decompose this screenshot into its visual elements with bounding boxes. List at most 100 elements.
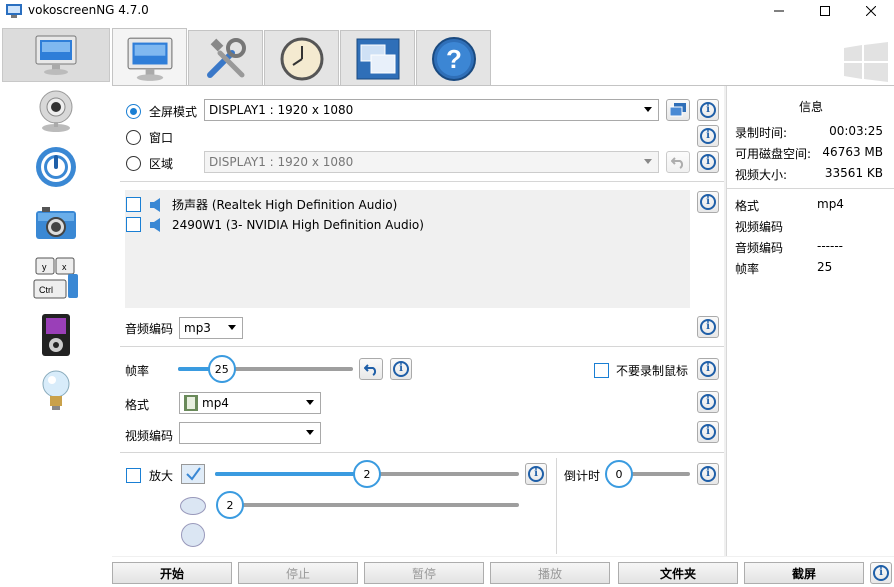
magnifier-circle-option[interactable] (181, 523, 205, 547)
no-mouse-info-button[interactable]: i (697, 358, 719, 380)
sidebar-item-screen[interactable] (2, 28, 110, 82)
bottom-info-button[interactable]: i (870, 562, 892, 584)
area-info-button[interactable]: i (697, 151, 719, 173)
sidebar-item-shortcuts[interactable]: y x Ctrl (2, 252, 110, 306)
camera-icon (36, 207, 76, 239)
title-bar: vokoscreenNG 4.7.0 (0, 0, 894, 22)
area-display-select[interactable]: DISPLAY1 : 1920 x 1080 (204, 151, 659, 173)
sidebar-item-tips[interactable] (2, 364, 110, 418)
close-icon (866, 6, 876, 16)
info-title: 信息 (798, 100, 823, 114)
undo-icon (364, 364, 377, 376)
info-panel: 信息 录制时间: 00:03:25 可用磁盘空间: 46763 MB 视频大小:… (726, 86, 894, 556)
area-reset-button[interactable] (666, 151, 690, 173)
divider (120, 346, 724, 347)
magnifier-checkbox[interactable] (126, 468, 141, 483)
area-display-value: DISPLAY1 : 1920 x 1080 (209, 155, 354, 169)
no-mouse-checkbox[interactable] (594, 363, 609, 378)
video-codec-label: 视频编码 (125, 429, 174, 443)
audio-info-button[interactable]: i (697, 191, 719, 213)
info-row-framerate: 帧率 25 (735, 260, 887, 277)
video-codec-select[interactable] (179, 422, 321, 444)
folder-button[interactable]: 文件夹 (618, 562, 738, 584)
info-key: 可用磁盘空间: (735, 147, 812, 161)
countdown-slider-handle[interactable]: 0 (605, 460, 633, 488)
audio-codec-info-button[interactable]: i (697, 316, 719, 338)
no-mouse-option[interactable]: 不要录制鼠标 (594, 362, 688, 379)
info-value: 33561 KB (824, 166, 883, 180)
tab-screen[interactable] (112, 28, 187, 88)
audio-device-item[interactable]: 扬声器 (Realtek High Definition Audio) (126, 196, 397, 213)
tab-settings[interactable] (188, 30, 263, 86)
sidebar-item-camera[interactable] (2, 84, 110, 138)
fullscreen-info-button[interactable]: i (697, 99, 719, 121)
tab-timer[interactable] (264, 30, 339, 86)
window-option[interactable]: 窗口 (126, 129, 173, 146)
window-radio[interactable] (126, 130, 141, 145)
fullscreen-display-select[interactable]: DISPLAY1 : 1920 x 1080 (204, 99, 659, 121)
minimize-icon (774, 10, 784, 12)
sidebar-item-screenshot[interactable] (2, 196, 110, 250)
magnifier-slider-handle[interactable]: 2 (353, 460, 381, 488)
chevron-down-icon (644, 107, 652, 112)
tab-windows[interactable] (340, 30, 415, 86)
stop-button[interactable]: 停止 (238, 562, 358, 584)
fullscreen-label: 全屏模式 (149, 105, 198, 119)
audio-device-checkbox[interactable] (126, 217, 141, 232)
magnifier-second-slider-track[interactable] (230, 503, 519, 507)
info-key: 帧率 (735, 262, 760, 276)
audio-device-checkbox[interactable] (126, 197, 141, 212)
framerate-label: 帧率 (125, 364, 150, 378)
tab-bar: ? (112, 28, 894, 88)
minimize-button[interactable] (756, 0, 802, 22)
start-button[interactable]: 开始 (112, 562, 232, 584)
format-info-button[interactable]: i (697, 391, 719, 413)
pause-button[interactable]: 暂停 (364, 562, 484, 584)
magnifier-second-slider-handle[interactable]: 2 (216, 491, 244, 519)
framerate-slider-handle[interactable]: 25 (207, 355, 236, 383)
sidebar-item-player[interactable] (2, 308, 110, 362)
info-icon: i (700, 394, 716, 410)
info-icon: i (700, 319, 716, 335)
magnifier-ellipse-option[interactable] (180, 497, 206, 515)
magnifier-option[interactable]: 放大 (126, 467, 173, 484)
screens-button[interactable] (666, 99, 690, 121)
audio-device-item[interactable]: 2490W1 (3- NVIDIA High Definition Audio) (126, 217, 424, 232)
area-radio[interactable] (126, 156, 141, 171)
framerate-reset-button[interactable] (359, 358, 383, 380)
chevron-down-icon (306, 430, 314, 435)
divider (120, 452, 724, 453)
play-button[interactable]: 播放 (490, 562, 610, 584)
clock-icon (280, 37, 323, 80)
countdown-info-button[interactable]: i (697, 463, 719, 485)
fullscreen-radio[interactable] (126, 104, 141, 119)
maximize-button[interactable] (802, 0, 848, 22)
magnifier-rect-option[interactable] (181, 464, 205, 484)
fullscreen-option[interactable]: 全屏模式 (126, 103, 197, 120)
magnifier-info-button[interactable]: i (525, 463, 547, 485)
video-codec-info-button[interactable]: i (697, 421, 719, 443)
audio-codec-select[interactable]: mp3 (179, 317, 243, 339)
info-icon: i (700, 424, 716, 440)
sidebar-item-power[interactable] (2, 140, 110, 194)
divider (556, 458, 557, 554)
check-icon (186, 467, 201, 481)
countdown-value: 0 (615, 467, 623, 481)
undo-icon (671, 157, 684, 169)
window-info-button[interactable]: i (697, 125, 719, 147)
screenshot-button[interactable]: 截屏 (744, 562, 864, 584)
windows-logo-icon (844, 42, 888, 82)
info-icon: i (700, 102, 716, 118)
magnifier-second-value: 2 (226, 498, 234, 512)
close-button[interactable] (848, 0, 894, 22)
info-value: 46763 MB (822, 145, 883, 159)
framerate-info-button[interactable]: i (390, 358, 412, 380)
tab-help[interactable]: ? (416, 30, 491, 86)
area-option[interactable]: 区域 (126, 155, 173, 172)
multi-screen-icon (670, 103, 686, 117)
info-key: 视频编码 (735, 220, 784, 234)
window-title: vokoscreenNG 4.7.0 (28, 3, 149, 17)
audio-device-label: 扬声器 (Realtek High Definition Audio) (172, 198, 398, 212)
monitor-icon (35, 35, 77, 75)
format-select[interactable]: mp4 (179, 392, 321, 414)
